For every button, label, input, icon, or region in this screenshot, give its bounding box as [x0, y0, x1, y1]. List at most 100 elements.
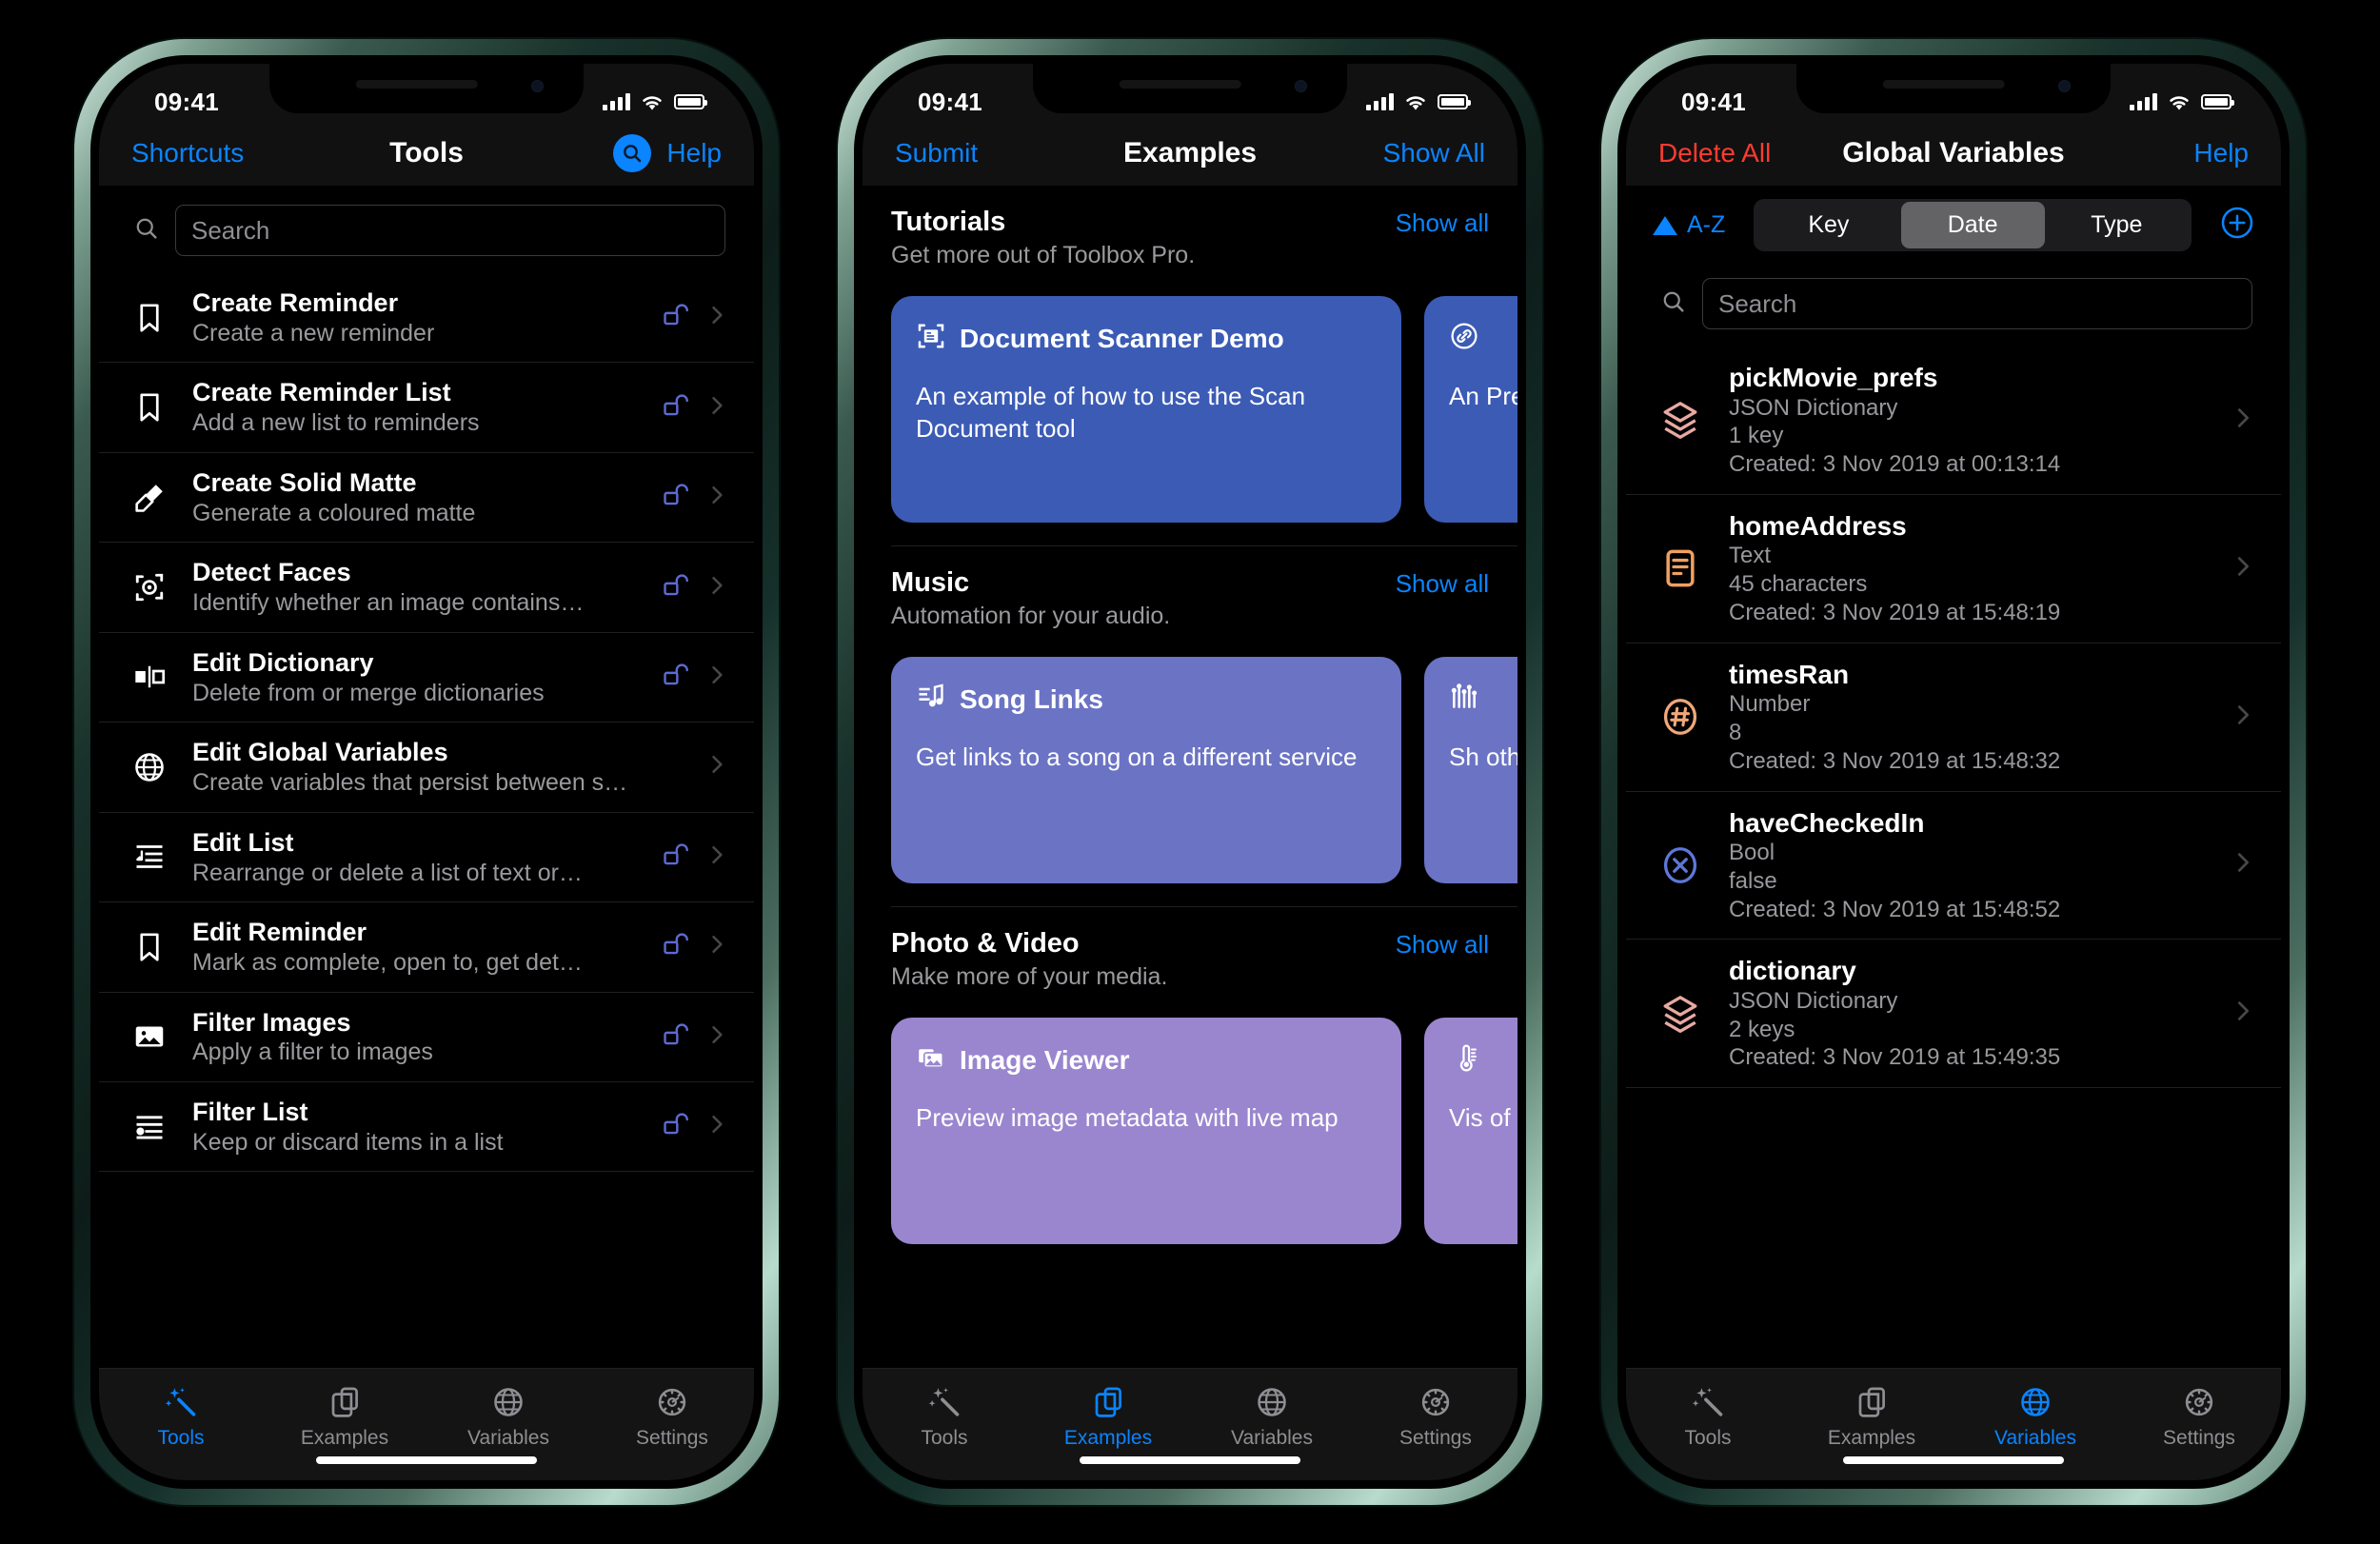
- section-show-all-link[interactable]: Show all: [1396, 567, 1489, 599]
- tool-subtitle: Generate a coloured matte: [192, 499, 476, 526]
- section-header: Tutorials Get more out of Toolbox Pro. Sho…: [863, 186, 1517, 275]
- unlock-icon[interactable]: [661, 1019, 691, 1055]
- documents-icon: [1091, 1385, 1125, 1419]
- tab-examples[interactable]: Examples: [263, 1369, 426, 1455]
- example-card[interactable]: Vis of: [1424, 1018, 1517, 1244]
- unlock-icon[interactable]: [661, 480, 691, 515]
- equalizer-icon: [1449, 682, 1479, 717]
- gear-icon: [1418, 1385, 1453, 1419]
- tool-title: Create Reminder List: [192, 378, 451, 407]
- show-all-button[interactable]: Show All: [1383, 138, 1485, 168]
- variable-row[interactable]: haveCheckedIn Bool false Created: 3 Nov 201…: [1626, 792, 2281, 940]
- status-icons: [603, 93, 707, 111]
- variable-created: Created: 3 Nov 2019 at 15:48:52: [1729, 896, 2061, 922]
- variables-scroll-area[interactable]: A-Z Key Date Type Search pickMovie_prefs…: [1626, 186, 2281, 1368]
- unlock-icon[interactable]: [661, 1109, 691, 1144]
- section-show-all-link[interactable]: Show all: [1396, 928, 1489, 960]
- link-circle-icon: [1449, 321, 1479, 356]
- sort-segment-type[interactable]: Type: [2045, 202, 2189, 248]
- section-header-text: Tutorials Get more out of Toolbox Pro.: [891, 207, 1195, 269]
- tab-variables[interactable]: Variables: [426, 1369, 590, 1455]
- tab-examples[interactable]: Examples: [1790, 1369, 1954, 1455]
- tools-scroll-area[interactable]: Search Create Reminder Create a new remin…: [99, 186, 754, 1368]
- example-card-row[interactable]: Song Links Get links to a song on a diffe…: [863, 636, 1517, 906]
- variable-created: Created: 3 Nov 2019 at 15:49:35: [1729, 1044, 2061, 1071]
- tab-variables[interactable]: Variables: [1954, 1369, 2117, 1455]
- example-card[interactable]: Image Viewer Preview image metadata with …: [891, 1018, 1401, 1244]
- delete-all-button[interactable]: Delete All: [1658, 138, 1771, 168]
- bookmark-icon: [128, 390, 171, 425]
- tool-row[interactable]: Edit Reminder Mark as complete, open to, …: [99, 902, 754, 993]
- section-show-all-link[interactable]: Show all: [1396, 207, 1489, 238]
- tab-examples[interactable]: Examples: [1026, 1369, 1190, 1455]
- page-title: Tools: [389, 137, 464, 168]
- tool-subtitle: Apply a filter to images: [192, 1039, 433, 1066]
- x-circle-icon: [1655, 844, 1706, 886]
- sort-segmented-control[interactable]: Key Date Type: [1754, 199, 2192, 251]
- tab-variables[interactable]: Variables: [1190, 1369, 1354, 1455]
- plus-circle-icon[interactable]: [2220, 206, 2254, 245]
- help-button[interactable]: Help: [2193, 138, 2249, 168]
- example-card[interactable]: An Pre: [1424, 296, 1517, 523]
- unlock-icon[interactable]: [661, 300, 691, 335]
- unlock-icon[interactable]: [661, 660, 691, 695]
- example-card-title: Song Links: [960, 683, 1103, 714]
- tool-row[interactable]: Create Reminder Create a new reminder: [99, 273, 754, 364]
- variable-row[interactable]: pickMovie_prefs JSON Dictionary 1 key Creat…: [1626, 346, 2281, 495]
- unlock-icon[interactable]: [661, 390, 691, 426]
- tool-row-text: Detect Faces Identify whether an image co…: [192, 557, 640, 617]
- tool-subtitle: Rearrange or delete a list of text or…: [192, 859, 583, 886]
- tool-row[interactable]: Edit Global Variables Create variables th…: [99, 723, 754, 813]
- tab-tools[interactable]: Tools: [1626, 1369, 1790, 1455]
- tool-row[interactable]: Filter List Keep or discard items in a li…: [99, 1082, 754, 1173]
- globe-icon: [1255, 1385, 1289, 1419]
- cellular-bars-icon: [1366, 93, 1394, 110]
- tool-row-accessories: [661, 390, 729, 426]
- tool-row[interactable]: Create Solid Matte Generate a coloured ma…: [99, 453, 754, 544]
- wand-sparkles-icon: [1691, 1385, 1725, 1419]
- example-card[interactable]: Document Scanner Demo An example of how t…: [891, 296, 1401, 523]
- tab-tools[interactable]: Tools: [99, 1369, 263, 1455]
- variable-value: 45 characters: [1729, 571, 1868, 598]
- tool-title: Edit Reminder: [192, 918, 367, 947]
- submit-button[interactable]: Submit: [895, 138, 978, 168]
- unlock-icon[interactable]: [661, 840, 691, 875]
- tool-row[interactable]: Edit List Rearrange or delete a list of t…: [99, 813, 754, 903]
- variable-type: Number: [1729, 691, 1811, 718]
- search-input[interactable]: Search: [175, 205, 725, 256]
- tab-label: Examples: [1827, 1426, 1916, 1449]
- tool-row[interactable]: Edit Dictionary Delete from or merge dict…: [99, 633, 754, 723]
- unlock-icon[interactable]: [661, 929, 691, 964]
- example-card-row[interactable]: Image Viewer Preview image metadata with …: [863, 997, 1517, 1267]
- tool-row[interactable]: Filter Images Apply a filter to images: [99, 993, 754, 1082]
- example-card-row[interactable]: Document Scanner Demo An example of how t…: [863, 275, 1517, 545]
- screen-examples: 09:41 Submit Examples Show All Tutorials…: [863, 64, 1517, 1480]
- search-input[interactable]: Search: [1702, 278, 2252, 329]
- example-card[interactable]: Sh oth: [1424, 657, 1517, 883]
- tool-row[interactable]: Create Reminder List Add a new list to re…: [99, 363, 754, 453]
- example-card-desc: Preview image metadata with live map: [916, 1103, 1339, 1132]
- variable-row[interactable]: dictionary JSON Dictionary 2 keys Created: …: [1626, 940, 2281, 1089]
- example-card-desc: An example of how to use the Scan Docume…: [916, 382, 1306, 443]
- tab-tools[interactable]: Tools: [863, 1369, 1026, 1455]
- home-indicator: [316, 1456, 537, 1464]
- tab-settings[interactable]: Settings: [2117, 1369, 2281, 1455]
- search-row: Search: [1626, 259, 2281, 346]
- unlock-icon[interactable]: [661, 570, 691, 605]
- sort-direction-button[interactable]: A-Z: [1653, 211, 1725, 239]
- example-card[interactable]: Song Links Get links to a song on a diffe…: [891, 657, 1401, 883]
- tab-settings[interactable]: Settings: [590, 1369, 754, 1455]
- sort-segment-key[interactable]: Key: [1756, 202, 1900, 248]
- search-icon[interactable]: [613, 134, 652, 172]
- variable-row[interactable]: homeAddress Text 45 characters Created: 3 N…: [1626, 495, 2281, 643]
- tool-row[interactable]: Detect Faces Identify whether an image co…: [99, 543, 754, 633]
- variable-type: JSON Dictionary: [1729, 394, 1898, 421]
- help-button[interactable]: Help: [666, 138, 722, 168]
- back-button-shortcuts[interactable]: Shortcuts: [131, 138, 244, 168]
- variable-row[interactable]: timesRan Number 8 Created: 3 Nov 2019 at 15…: [1626, 643, 2281, 792]
- tool-subtitle: Keep or discard items in a list: [192, 1128, 504, 1156]
- sort-segment-date[interactable]: Date: [1900, 202, 2045, 248]
- tab-settings[interactable]: Settings: [1354, 1369, 1517, 1455]
- chevron-right-icon: [2230, 998, 2256, 1029]
- examples-scroll-area[interactable]: Tutorials Get more out of Toolbox Pro. Sho…: [863, 186, 1517, 1368]
